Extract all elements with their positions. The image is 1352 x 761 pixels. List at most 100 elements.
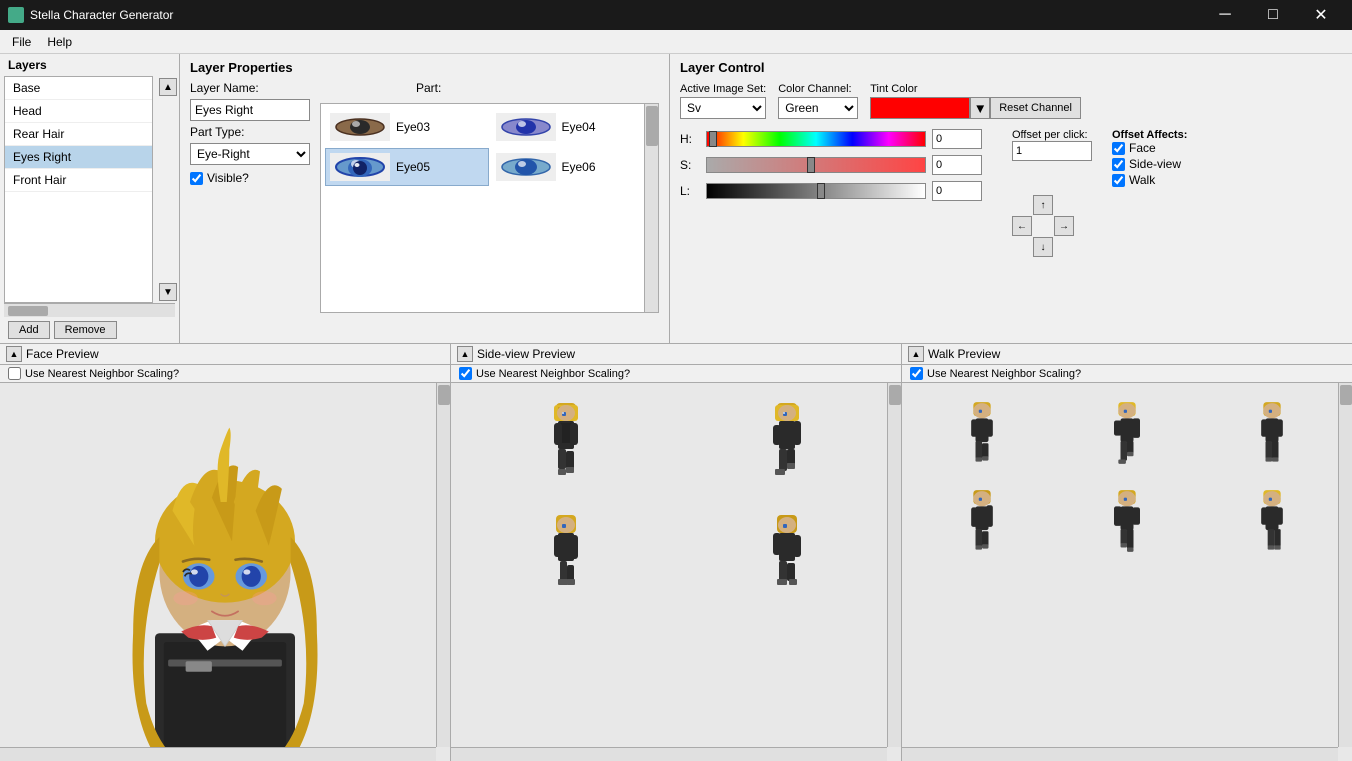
- reset-channel-button[interactable]: Reset Channel: [990, 97, 1081, 119]
- sideview-hscroll[interactable]: [451, 747, 887, 761]
- sideview-sprites: [451, 383, 901, 761]
- part-eye05[interactable]: Eye05: [325, 148, 489, 186]
- walk-hscroll[interactable]: [902, 747, 1338, 761]
- walk-checkbox-row: Walk: [1112, 173, 1187, 187]
- face-preview-content: [0, 383, 450, 761]
- layer-control-header: Layer Control: [680, 60, 1342, 75]
- close-button[interactable]: ✕: [1298, 0, 1344, 30]
- h-value-input[interactable]: [932, 129, 982, 149]
- sideview-checkbox[interactable]: [1112, 158, 1125, 171]
- layer-name-input[interactable]: [190, 99, 310, 121]
- part-eye06-label: Eye06: [562, 160, 596, 174]
- layer-control-panel: Layer Control Active Image Set: Sv Face …: [670, 54, 1352, 343]
- walk-nn-row: Use Nearest Neighbor Scaling?: [902, 365, 1352, 383]
- parts-grid-container[interactable]: Eye03 Eye04: [320, 103, 659, 313]
- walk-sprite-6: [1205, 489, 1340, 567]
- layer-item-eyes-right[interactable]: Eyes Right: [5, 146, 152, 169]
- face-preview-header-left: ▲ Face Preview: [6, 346, 99, 362]
- part-eye03-thumb: [330, 113, 390, 141]
- menu-help[interactable]: Help: [39, 33, 80, 51]
- sideview-preview-title: Side-view Preview: [477, 347, 575, 361]
- titlebar-left: Stella Character Generator: [8, 7, 173, 23]
- walk-vscroll[interactable]: [1338, 383, 1352, 747]
- s-label: S:: [680, 158, 700, 172]
- s-value-input[interactable]: [932, 155, 982, 175]
- dir-left-button[interactable]: ←: [1012, 216, 1032, 236]
- parts-vscroll[interactable]: [644, 104, 658, 312]
- layer-item-base[interactable]: Base: [5, 77, 152, 100]
- l-slider[interactable]: [706, 183, 926, 199]
- layers-list[interactable]: Base Head Rear Hair Eyes Right Front Hai…: [4, 76, 153, 303]
- s-slider[interactable]: [706, 157, 926, 173]
- active-image-label: Active Image Set:: [680, 83, 766, 95]
- part-eye03-label: Eye03: [396, 120, 430, 134]
- face-scroll-up[interactable]: ▲: [6, 346, 22, 362]
- sideview-vscroll[interactable]: [887, 383, 901, 747]
- face-checkbox[interactable]: [1112, 142, 1125, 155]
- part-eye03[interactable]: Eye03: [325, 108, 489, 146]
- walk-preview-title: Walk Preview: [928, 347, 1000, 361]
- walk-scroll-up[interactable]: ▲: [908, 346, 924, 362]
- eye03-svg: [330, 113, 390, 141]
- dir-up-button[interactable]: ↑: [1033, 195, 1053, 215]
- layer-item-head[interactable]: Head: [5, 100, 152, 123]
- part-eye04-label: Eye04: [562, 120, 596, 134]
- sideview-sprite-4: [684, 513, 889, 609]
- menu-file[interactable]: File: [4, 33, 39, 51]
- maximize-button[interactable]: □: [1250, 0, 1296, 30]
- sideview-preview-content: [451, 383, 901, 761]
- layer-up-button[interactable]: ▲: [159, 78, 177, 96]
- walk-preview-header-left: ▲ Walk Preview: [908, 346, 1000, 362]
- layer-down-button[interactable]: ▼: [159, 283, 177, 301]
- part-eye05-thumb: [330, 153, 390, 181]
- walk-sprites: [902, 383, 1352, 761]
- face-nn-label: Use Nearest Neighbor Scaling?: [25, 368, 179, 380]
- part-eye04[interactable]: Eye04: [491, 108, 655, 146]
- titlebar: Stella Character Generator ─ □ ✕: [0, 0, 1352, 30]
- walk-label: Walk: [1129, 173, 1155, 187]
- l-slider-thumb: [817, 183, 825, 199]
- face-nn-checkbox[interactable]: [8, 367, 21, 380]
- offset-affects-label: Offset Affects:: [1112, 129, 1187, 141]
- l-value-input[interactable]: [932, 181, 982, 201]
- part-type-select[interactable]: Eye-Right Eye-Left Eyebrow: [190, 143, 310, 165]
- visible-checkbox[interactable]: [190, 172, 203, 185]
- color-channel-select[interactable]: Green Red Blue: [778, 97, 858, 119]
- active-image-select[interactable]: Sv Face Walk: [680, 97, 766, 119]
- s-slider-row: S:: [680, 155, 982, 175]
- offset-per-click-input[interactable]: [1012, 141, 1092, 161]
- titlebar-title: Stella Character Generator: [30, 8, 173, 22]
- walk-checkbox[interactable]: [1112, 174, 1125, 187]
- dir-down-button[interactable]: ↓: [1033, 237, 1053, 257]
- layers-panel: Layers Base Head Rear Hair Eyes Right Fr…: [0, 54, 180, 343]
- layers-hscroll[interactable]: [4, 303, 175, 317]
- walk-preview-panel: ▲ Walk Preview Use Nearest Neighbor Scal…: [902, 344, 1352, 761]
- tint-color-dropdown[interactable]: ▼: [970, 97, 990, 119]
- sideview-sprite-3: [463, 513, 668, 609]
- eye04-svg: [496, 113, 556, 141]
- sideview-preview-header: ▲ Side-view Preview: [451, 344, 901, 365]
- layer-item-front-hair[interactable]: Front Hair: [5, 169, 152, 192]
- face-vscroll[interactable]: [436, 383, 450, 747]
- face-preview-panel: ▲ Face Preview Use Nearest Neighbor Scal…: [0, 344, 451, 761]
- face-hscroll[interactable]: [0, 747, 436, 761]
- bottom-panel: ▲ Face Preview Use Nearest Neighbor Scal…: [0, 344, 1352, 761]
- layers-buttons: Add Remove: [0, 317, 179, 343]
- h-label: H:: [680, 132, 700, 146]
- part-eye06-thumb: [496, 153, 556, 181]
- l-label: L:: [680, 184, 700, 198]
- sideview-nn-checkbox[interactable]: [459, 367, 472, 380]
- face-nn-row: Use Nearest Neighbor Scaling?: [0, 365, 450, 383]
- sideview-scroll-up[interactable]: ▲: [457, 346, 473, 362]
- layers-header: Layers: [0, 54, 179, 76]
- tint-color-box[interactable]: [870, 97, 970, 119]
- add-layer-button[interactable]: Add: [8, 321, 50, 339]
- remove-layer-button[interactable]: Remove: [54, 321, 117, 339]
- walk-nn-checkbox[interactable]: [910, 367, 923, 380]
- menubar: File Help: [0, 30, 1352, 54]
- layer-item-rear-hair[interactable]: Rear Hair: [5, 123, 152, 146]
- dir-right-button[interactable]: →: [1054, 216, 1074, 236]
- h-slider[interactable]: [706, 131, 926, 147]
- part-eye06[interactable]: Eye06: [491, 148, 655, 186]
- minimize-button[interactable]: ─: [1202, 0, 1248, 30]
